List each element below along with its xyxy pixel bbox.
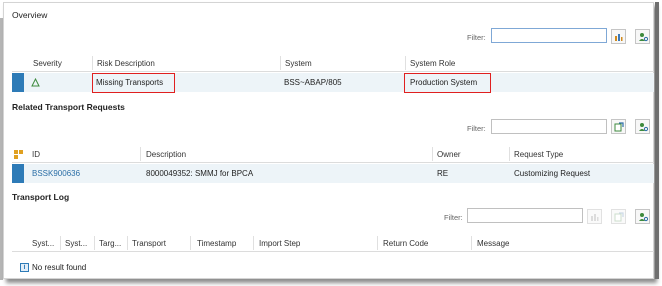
overview-settings-button[interactable] <box>635 29 650 44</box>
row-selection-marker[interactable] <box>12 73 24 92</box>
col-transport[interactable]: Transport <box>132 239 166 248</box>
transport-description-value: 8000049352: SMMJ for BPCA <box>146 169 254 178</box>
related-title: Related Transport Requests <box>12 102 125 112</box>
info-icon: i <box>20 263 29 272</box>
related-export-button[interactable] <box>611 119 626 134</box>
bar-chart-icon <box>615 34 623 41</box>
overview-filter-label: Filter: <box>467 33 486 42</box>
user-settings-icon <box>638 32 648 41</box>
col-target[interactable]: Targ... <box>99 239 121 248</box>
log-title: Transport Log <box>12 192 70 202</box>
related-table-header: ID Description Owner Request Type <box>12 145 654 163</box>
system-role-highlight <box>404 73 491 93</box>
request-type-value: Customizing Request <box>514 169 591 178</box>
risk-description-highlight <box>92 73 175 93</box>
owner-value: RE <box>437 169 449 178</box>
col-description[interactable]: Description <box>146 150 186 159</box>
col-system[interactable]: Syst... <box>65 239 87 248</box>
log-filter-label: Filter: <box>444 213 463 222</box>
row-selection-marker[interactable] <box>12 164 24 183</box>
bar-chart-icon <box>591 214 599 221</box>
col-id[interactable]: ID <box>32 150 40 159</box>
related-settings-button[interactable] <box>635 119 650 134</box>
export-icon <box>614 211 624 221</box>
col-risk-description[interactable]: Risk Description <box>97 59 155 68</box>
col-import-step[interactable]: Import Step <box>259 239 300 248</box>
system-value: BSS~ABAP/805 <box>284 78 342 87</box>
column-select-icon[interactable] <box>14 149 23 159</box>
log-export-button[interactable] <box>611 209 626 224</box>
related-filter-input[interactable] <box>491 119 607 134</box>
export-icon <box>614 121 624 131</box>
log-empty-message: No result found <box>32 263 87 272</box>
severity-warning-icon <box>31 78 40 87</box>
log-filter-input[interactable] <box>467 208 583 223</box>
log-chart-button[interactable] <box>587 209 602 224</box>
col-severity[interactable]: Severity <box>33 59 62 68</box>
overview-table-header: Severity Risk Description System System … <box>12 54 654 72</box>
log-table-header: Syst... Syst... Targ... Transport Timest… <box>12 234 654 252</box>
log-settings-button[interactable] <box>635 209 650 224</box>
overview-filter-input[interactable] <box>491 28 607 43</box>
col-timestamp[interactable]: Timestamp <box>197 239 236 248</box>
related-row[interactable]: BSSK900636 8000049352: SMMJ for BPCA RE … <box>12 164 654 183</box>
related-filter-label: Filter: <box>467 124 486 133</box>
col-request-type[interactable]: Request Type <box>514 150 563 159</box>
user-settings-icon <box>638 212 648 221</box>
overview-title: Overview <box>12 10 48 20</box>
col-owner[interactable]: Owner <box>437 150 461 159</box>
col-system-role[interactable]: System Role <box>410 59 455 68</box>
overview-chart-button[interactable] <box>611 29 626 44</box>
window-right-shadow <box>655 2 659 279</box>
col-system[interactable]: System <box>285 59 312 68</box>
col-message[interactable]: Message <box>477 239 509 248</box>
col-return-code[interactable]: Return Code <box>383 239 428 248</box>
user-settings-icon <box>638 122 648 131</box>
transport-id-link[interactable]: BSSK900636 <box>32 169 80 178</box>
col-source-system[interactable]: Syst... <box>32 239 54 248</box>
